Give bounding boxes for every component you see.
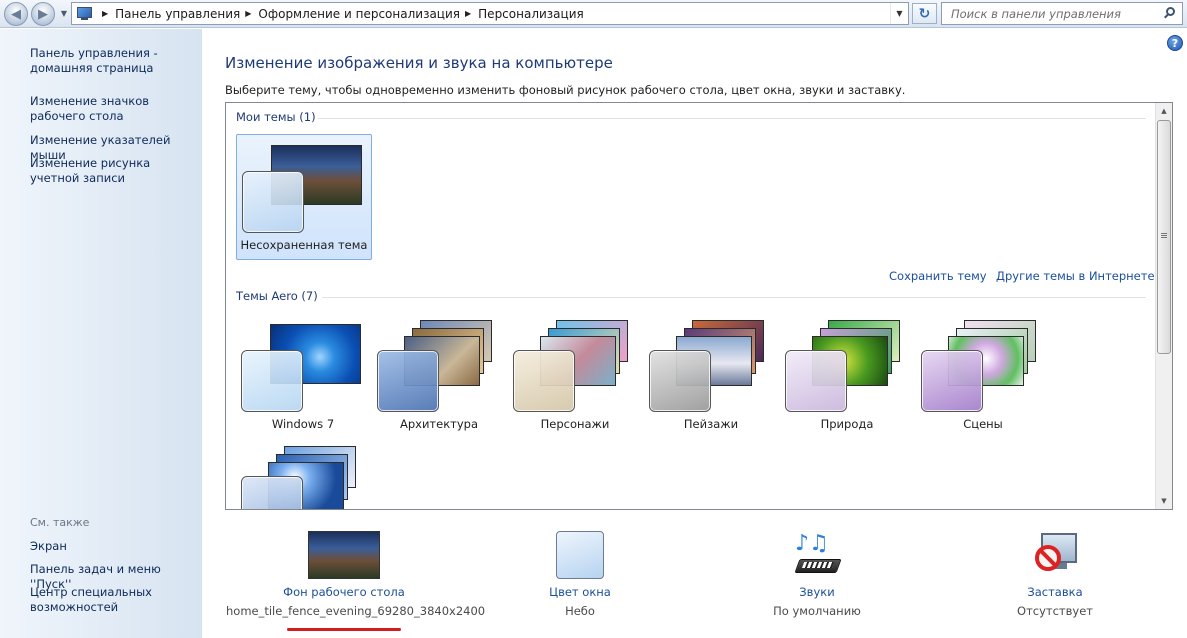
- theme-list[interactable]: Мои темы (1) Несохраненная тема Сохранит…: [225, 102, 1173, 510]
- window-color-swatch: [785, 350, 847, 412]
- main-content: ? Изменение изображения и звука на компь…: [202, 29, 1187, 638]
- desktop-background-link[interactable]: Фон рабочего стола: [226, 585, 462, 599]
- screensaver-icon[interactable]: [1031, 531, 1079, 579]
- page-title: Изменение изображения и звука на компьют…: [225, 54, 613, 72]
- sidebar-link-display[interactable]: Экран: [30, 539, 200, 554]
- group-title-my-themes: Мои темы (1): [236, 110, 316, 124]
- desktop-background-thumbnail[interactable]: [308, 531, 380, 579]
- group-divider: [322, 297, 1146, 298]
- search-icon[interactable]: [1164, 7, 1176, 19]
- desktop-background-value: home_tile_fence_evening_69280_3840x2400: [226, 604, 486, 618]
- setting-sounds[interactable]: ♪♫ Звуки По умолчанию: [757, 531, 877, 618]
- search-box[interactable]: [941, 2, 1183, 25]
- sounds-link[interactable]: Звуки: [757, 585, 877, 599]
- scroll-thumb[interactable]: [1157, 120, 1171, 354]
- theme-characters[interactable]: Персонажи: [508, 314, 644, 440]
- window-color-swatch: [649, 350, 711, 412]
- sounds-icon[interactable]: ♪♫: [791, 531, 843, 579]
- theme-label: Windows 7: [271, 417, 335, 431]
- theme-unsaved[interactable]: Несохраненная тема: [236, 134, 372, 260]
- window-color-swatch: [513, 350, 575, 412]
- setting-desktop-background[interactable]: Фон рабочего стола home_tile_fence_eveni…: [226, 531, 486, 618]
- theme-scenes[interactable]: Сцены: [916, 314, 1052, 440]
- window-color-swatch: [377, 350, 439, 412]
- group-divider: [318, 118, 1146, 119]
- theme-label: Сцены: [963, 417, 1003, 431]
- annotation-underline: [287, 628, 401, 631]
- group-title-aero-themes: Темы Aero (7): [236, 289, 318, 303]
- sidebar-link-desktop-icons[interactable]: Изменение значков рабочего стола: [30, 94, 200, 124]
- see-also-label: См. также: [30, 516, 90, 529]
- window-color-swatch: [242, 171, 304, 233]
- setting-screensaver[interactable]: Заставка Отсутствует: [995, 531, 1115, 618]
- theme-landscapes[interactable]: Пейзажи: [644, 314, 780, 440]
- screensaver-link[interactable]: Заставка: [995, 585, 1115, 599]
- theme-architecture[interactable]: Архитектура: [372, 314, 508, 440]
- sidebar-link-home[interactable]: Панель управления - домашняя страница: [30, 46, 200, 76]
- address-toolbar: ◀ ▶ ▼ ▶ Панель управления ▶ Оформление и…: [0, 0, 1187, 28]
- theme-label: Пейзажи: [683, 417, 739, 431]
- window-color-swatch: [241, 350, 303, 412]
- page-subtitle: Выберите тему, чтобы одновременно измени…: [225, 83, 906, 97]
- window-color-swatch: [921, 350, 983, 412]
- sidebar: Панель управления - домашняя страница Из…: [0, 29, 202, 638]
- theme-aero-7[interactable]: [236, 440, 372, 509]
- breadcrumb-appearance[interactable]: Оформление и персонализация: [258, 7, 460, 21]
- breadcrumb-control-panel[interactable]: Панель управления: [115, 7, 240, 21]
- breadcrumb-separator-icon[interactable]: ▶: [465, 9, 471, 18]
- window-color-value: Небо: [565, 604, 595, 618]
- breadcrumb-separator-icon[interactable]: ▶: [245, 9, 251, 18]
- address-dropdown-button[interactable]: ▼: [890, 3, 908, 24]
- sounds-value: По умолчанию: [773, 604, 861, 618]
- back-button[interactable]: ◀: [4, 2, 28, 26]
- sidebar-link-account-picture[interactable]: Изменение рисунка учетной записи: [30, 156, 200, 186]
- theme-windows7[interactable]: Windows 7: [236, 314, 372, 440]
- help-icon[interactable]: ?: [1167, 35, 1183, 51]
- theme-label: Архитектура: [399, 417, 479, 431]
- recent-pages-dropdown[interactable]: ▼: [59, 8, 69, 20]
- theme-nature[interactable]: Природа: [780, 314, 916, 440]
- search-input[interactable]: [942, 3, 1162, 24]
- window-color-swatch: [241, 476, 303, 509]
- theme-label: Природа: [820, 417, 874, 431]
- refresh-button[interactable]: ↻: [912, 3, 937, 24]
- theme-label: Персонажи: [540, 417, 610, 431]
- refresh-icon: ↻: [918, 5, 931, 22]
- chevron-down-icon: ▼: [896, 9, 903, 18]
- control-panel-icon: [77, 6, 93, 21]
- window-color-link[interactable]: Цвет окна: [520, 585, 640, 599]
- theme-list-scrollbar[interactable]: ▲ ▼: [1155, 103, 1172, 509]
- sidebar-link-accessibility[interactable]: Центр специальных возможностей: [30, 585, 200, 615]
- arrow-right-icon: ▶: [38, 6, 48, 22]
- breadcrumb-personalization[interactable]: Персонализация: [478, 7, 584, 21]
- breadcrumb-separator-icon[interactable]: ▶: [102, 9, 108, 18]
- forward-button[interactable]: ▶: [31, 2, 55, 26]
- online-themes-link[interactable]: Другие темы в Интернете: [996, 269, 1155, 283]
- theme-label: Несохраненная тема: [240, 238, 368, 252]
- window-color-swatch-icon[interactable]: [556, 531, 604, 579]
- address-bar[interactable]: ▶ Панель управления ▶ Оформление и персо…: [71, 2, 909, 25]
- scroll-down-icon[interactable]: ▼: [1156, 493, 1172, 509]
- scroll-up-icon[interactable]: ▲: [1156, 103, 1172, 119]
- screensaver-value: Отсутствует: [1017, 604, 1093, 618]
- setting-window-color[interactable]: Цвет окна Небо: [520, 531, 640, 618]
- arrow-left-icon: ◀: [11, 6, 21, 22]
- save-theme-link[interactable]: Сохранить тему: [889, 269, 987, 283]
